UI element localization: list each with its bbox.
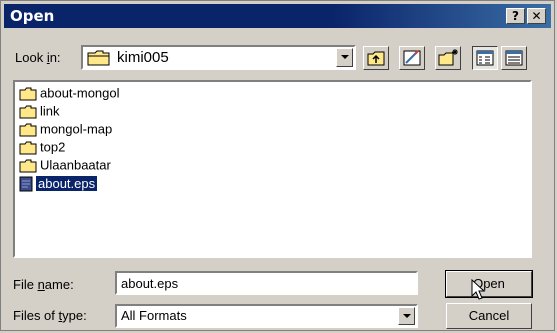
look-in-dropdown-button[interactable]	[336, 48, 353, 67]
file-type-value: All Formats	[121, 308, 187, 323]
open-button[interactable]: Open	[445, 270, 533, 298]
mouse-cursor-icon	[471, 279, 486, 300]
create-new-folder-icon	[438, 49, 458, 66]
file-name: link	[40, 103, 60, 119]
folder-icon	[19, 123, 37, 137]
title-bar[interactable]: Open ? ✕	[4, 4, 551, 28]
list-item-about-mongol[interactable]: about-mongol	[19, 84, 120, 102]
list-item-about-eps[interactable]: about.eps	[19, 174, 99, 192]
file-type-select[interactable]: All Formats	[115, 304, 418, 328]
help-button[interactable]: ?	[506, 8, 525, 24]
up-one-level-icon	[367, 51, 385, 66]
list-view-icon	[476, 50, 494, 66]
create-new-folder-button[interactable]	[435, 46, 461, 70]
list-item-link[interactable]: link	[19, 102, 60, 120]
file-name-input[interactable]: about.eps	[115, 271, 418, 295]
details-view-button[interactable]	[501, 46, 527, 70]
file-list[interactable]: about-mongol link mongol-map top2 Ulaanb…	[13, 80, 532, 258]
folder-icon	[19, 159, 37, 173]
file-name-label: File name:	[13, 277, 74, 292]
cancel-button[interactable]: Cancel	[446, 303, 532, 329]
file-type-dropdown-button[interactable]	[398, 307, 415, 325]
eps-file-icon	[19, 176, 33, 192]
folder-icon	[19, 141, 37, 155]
up-one-level-button[interactable]	[363, 46, 389, 70]
list-view-button[interactable]	[472, 46, 498, 70]
details-view-icon	[505, 50, 523, 66]
list-item-top2[interactable]: top2	[19, 138, 65, 156]
file-name: Ulaanbaatar	[40, 157, 111, 173]
folder-icon	[87, 50, 110, 66]
open-dialog: Open ? ✕ Look in: kimi005 about-mongol l…	[0, 0, 555, 331]
file-name-value: about.eps	[121, 276, 179, 291]
close-button[interactable]: ✕	[527, 8, 546, 24]
folder-icon	[19, 105, 37, 119]
folder-icon	[19, 87, 37, 101]
window-title: Open	[10, 7, 55, 25]
file-name: mongol-map	[40, 121, 113, 137]
desktop-icon	[403, 50, 421, 66]
list-item-ulaanbaatar[interactable]: Ulaanbaatar	[19, 156, 111, 174]
file-name: about-mongol	[40, 85, 120, 101]
look-in-value: kimi005	[117, 49, 169, 66]
file-name: about.eps	[34, 174, 99, 192]
look-in-label: Look in:	[15, 50, 61, 65]
desktop-button[interactable]	[399, 46, 425, 70]
list-item-mongol-map[interactable]: mongol-map	[19, 120, 112, 138]
look-in-combo[interactable]: kimi005	[81, 45, 356, 70]
file-name: top2	[40, 139, 66, 155]
file-type-label: Files of type:	[13, 308, 87, 323]
